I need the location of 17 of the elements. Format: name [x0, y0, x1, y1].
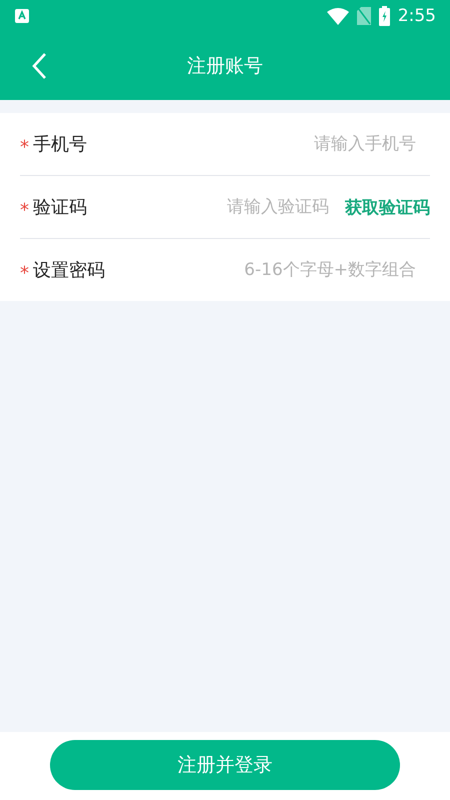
required-mark: *: [20, 198, 29, 220]
field-label: 手机号: [33, 133, 87, 156]
app-notification-icon: [15, 9, 29, 23]
no-sim-icon: [356, 7, 371, 25]
required-mark: *: [20, 136, 29, 158]
required-mark: *: [20, 262, 29, 284]
register-login-button[interactable]: 注册并登录: [50, 740, 400, 790]
get-code-button[interactable]: 获取验证码: [345, 196, 430, 218]
input-field[interactable]: 请输入验证码: [87, 197, 345, 217]
field-label: 设置密码: [33, 259, 105, 282]
input-field[interactable]: 6-16个字母+数字组合: [105, 260, 430, 280]
status-time: 2:55: [398, 6, 436, 26]
field-label: 验证码: [33, 196, 87, 219]
input-field[interactable]: 请输入手机号: [87, 134, 430, 154]
wifi-icon: [326, 8, 349, 24]
page-title: 注册账号: [186, 54, 264, 79]
battery-charging-icon: [378, 6, 390, 26]
